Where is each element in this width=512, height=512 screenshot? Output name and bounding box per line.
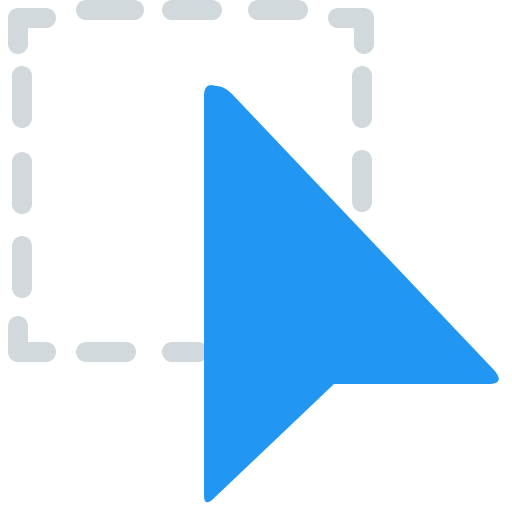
marquee-corner-top-right	[328, 8, 374, 54]
icon-canvas	[0, 0, 512, 512]
marquee-corner-bottom-left	[8, 316, 56, 362]
select-cursor-icon	[8, 0, 499, 503]
arrow-cursor-icon	[204, 85, 499, 503]
marquee-corner-top-left	[8, 8, 56, 54]
